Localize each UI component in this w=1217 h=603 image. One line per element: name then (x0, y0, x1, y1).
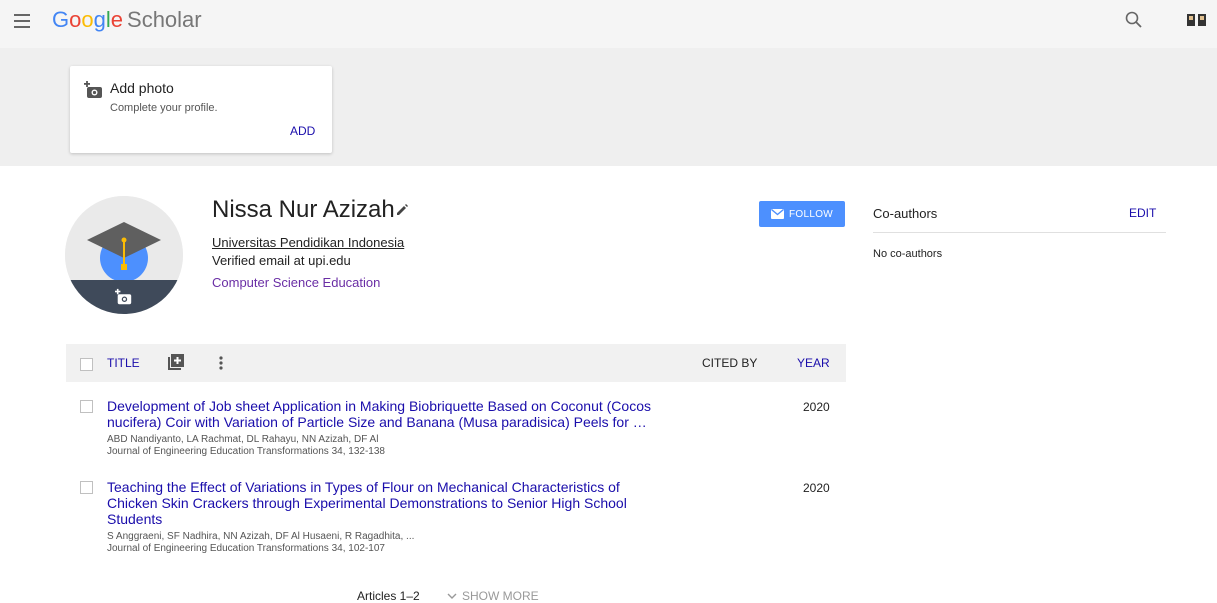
add-photo-title: Add photo (110, 80, 174, 96)
article-title-line: Teaching the Effect of Variations in Typ… (107, 479, 620, 495)
article-authors: S Anggraeni, SF Nadhira, NN Azizah, DF A… (107, 531, 415, 542)
pencil-icon[interactable] (395, 203, 409, 217)
article-title-line: nucifera) Coir with Variation of Particl… (107, 414, 647, 430)
article-year: 2020 (803, 481, 830, 495)
add-photo-button[interactable]: ADD (290, 124, 315, 138)
research-interest-link[interactable]: Computer Science Education (212, 275, 380, 290)
article-authors: ABD Nandiyanto, LA Rachmat, DL Rahayu, N… (107, 434, 379, 445)
table-row: Development of Job sheet Application in … (66, 392, 846, 462)
more-vert-icon[interactable] (218, 355, 224, 371)
follow-label: FOLLOW (789, 209, 834, 220)
article-journal: Journal of Engineering Education Transfo… (107, 543, 385, 554)
article-title-line: Students (107, 511, 163, 527)
follow-button[interactable]: FOLLOW (759, 201, 845, 227)
sort-by-cited[interactable]: CITED BY (702, 356, 757, 370)
row-checkbox[interactable] (80, 400, 93, 413)
avatar[interactable] (65, 196, 183, 314)
coauthors-empty-text: No co-authors (873, 248, 943, 260)
article-title-line: Development of Job sheet Application in … (107, 398, 651, 414)
google-scholar-logo[interactable]: Google Scholar (52, 6, 202, 34)
add-photo-card: Add photo Complete your profile. ADD (70, 66, 332, 153)
account-icon[interactable] (1186, 12, 1208, 28)
add-photo-icon[interactable] (84, 80, 104, 100)
menu-icon[interactable] (14, 10, 34, 30)
logo-suffix: Scholar (127, 7, 202, 32)
verified-email: Verified email at upi.edu (212, 253, 351, 268)
camera-icon[interactable] (115, 288, 133, 306)
add-photo-subtitle: Complete your profile. (110, 102, 218, 114)
article-title-line: Chicken Skin Crackers through Experiment… (107, 495, 627, 511)
affiliation-link[interactable]: Universitas Pendidikan Indonesia (212, 235, 404, 250)
mail-icon (771, 209, 784, 219)
table-row: Teaching the Effect of Variations in Typ… (66, 473, 846, 563)
search-icon[interactable] (1124, 10, 1144, 30)
article-title[interactable]: Teaching the Effect of Variations in Typ… (107, 479, 687, 527)
row-checkbox[interactable] (80, 481, 93, 494)
sort-by-year[interactable]: YEAR (797, 356, 830, 370)
coauthors-title: Co-authors (873, 206, 938, 221)
article-title[interactable]: Development of Job sheet Application in … (107, 398, 687, 430)
chevron-down-icon (447, 593, 457, 599)
add-box-icon[interactable] (168, 354, 184, 370)
select-all-checkbox[interactable] (80, 358, 93, 371)
sort-by-title[interactable]: TITLE (107, 356, 140, 370)
divider (873, 232, 1166, 233)
article-journal: Journal of Engineering Education Transfo… (107, 446, 385, 457)
profile-name: Nissa Nur Azizah (212, 196, 395, 223)
article-year: 2020 (803, 400, 830, 414)
coauthors-edit-button[interactable]: EDIT (1129, 206, 1156, 220)
